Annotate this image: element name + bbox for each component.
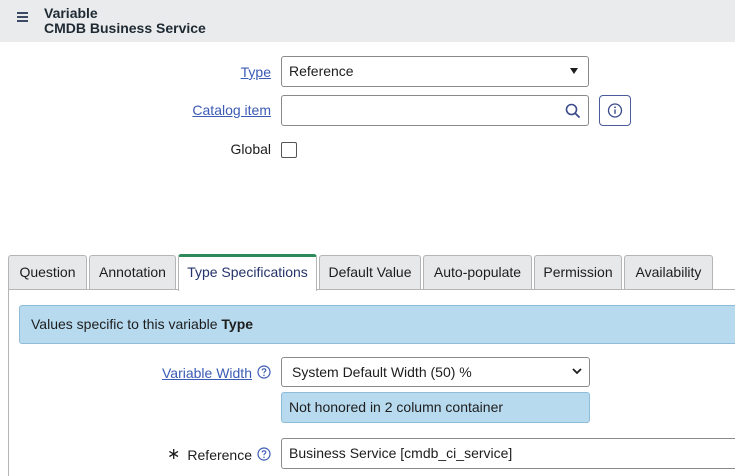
- variable-width-value: System Default Width (50) %: [292, 364, 472, 380]
- panel-border: [8, 289, 9, 476]
- tab-availability[interactable]: Availability: [624, 255, 713, 290]
- type-spec-banner: Values specific to this variable Type: [19, 305, 735, 344]
- type-label-link[interactable]: Type: [200, 64, 271, 80]
- variable-width-label-link[interactable]: Variable Width: [140, 365, 252, 381]
- variable-width-note: Not honored in 2 column container: [281, 392, 590, 423]
- tab-question[interactable]: Question: [8, 255, 87, 290]
- help-icon[interactable]: [257, 447, 271, 461]
- banner-bold-text: Type: [221, 316, 254, 332]
- chevron-down-icon: [572, 368, 582, 375]
- tab-divider: [8, 289, 735, 290]
- catalog-item-input[interactable]: [281, 95, 558, 126]
- tab-annotation[interactable]: Annotation: [89, 255, 176, 290]
- catalog-item-label-link[interactable]: Catalog item: [160, 102, 271, 118]
- help-icon[interactable]: [257, 365, 271, 379]
- tab-auto-populate[interactable]: Auto-populate: [423, 255, 532, 290]
- header-title: Variable: [44, 5, 98, 21]
- type-select-value: Reference: [289, 63, 354, 79]
- global-checkbox[interactable]: [281, 142, 297, 158]
- menu-icon[interactable]: [17, 12, 31, 26]
- type-select[interactable]: Reference: [281, 56, 589, 87]
- info-icon: [607, 103, 623, 118]
- header-subtitle: CMDB Business Service: [44, 20, 206, 36]
- search-icon: [565, 103, 580, 118]
- tab-type-specifications[interactable]: Type Specifications: [178, 254, 317, 291]
- form-header: Variable CMDB Business Service: [0, 0, 735, 42]
- banner-text: Values specific to this variable: [31, 316, 222, 332]
- global-label: Global: [230, 141, 271, 157]
- reference-label: Reference: [187, 447, 252, 463]
- tab-default-value[interactable]: Default Value: [319, 255, 421, 290]
- caret-down-icon: [570, 68, 578, 74]
- tab-permission[interactable]: Permission: [534, 255, 622, 290]
- required-mark: ∗: [167, 446, 181, 463]
- reference-input[interactable]: Business Service [cmdb_ci_service]: [281, 438, 735, 469]
- variable-width-select[interactable]: System Default Width (50) %: [281, 357, 590, 387]
- catalog-item-search-button[interactable]: [557, 95, 589, 126]
- catalog-item-info-button[interactable]: [599, 95, 631, 126]
